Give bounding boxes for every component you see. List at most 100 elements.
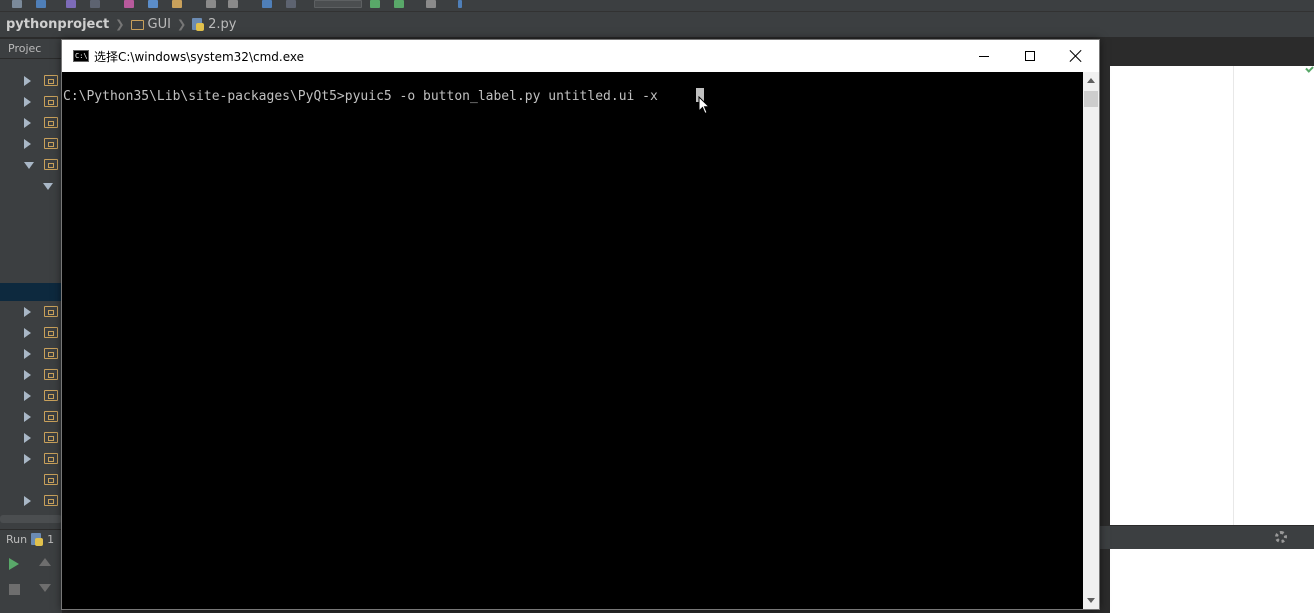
breadcrumb-separator-icon: ❯ [115, 18, 125, 31]
tree-item-selected[interactable] [0, 283, 62, 301]
expand-arrow-icon[interactable] [24, 433, 31, 443]
expand-arrow-icon[interactable] [24, 97, 31, 107]
minimize-button[interactable] [961, 40, 1007, 72]
run-tab[interactable]: Run 1 [6, 533, 54, 546]
forward-icon[interactable] [286, 0, 296, 8]
folder-icon [44, 306, 58, 317]
sync-icon[interactable] [36, 0, 46, 8]
tree-item[interactable] [0, 490, 62, 511]
expand-arrow-icon[interactable] [24, 370, 31, 380]
more-icon[interactable] [458, 0, 462, 8]
cmd-app-icon[interactable] [73, 50, 89, 62]
minimize-icon [979, 55, 989, 57]
save-icon[interactable] [12, 0, 22, 8]
tree-item[interactable] [0, 364, 62, 385]
undo-icon[interactable] [66, 0, 76, 8]
tree-item[interactable] [0, 175, 62, 196]
folder-icon [44, 453, 58, 464]
tree-item[interactable] [0, 154, 62, 175]
breadcrumb-project-label: pythonproject [6, 17, 110, 32]
folder-icon [44, 327, 58, 338]
scroll-up-arrow-icon[interactable] [1087, 78, 1095, 83]
tree-item[interactable] [0, 70, 62, 91]
run-icon[interactable] [370, 0, 380, 8]
tree-item[interactable] [0, 427, 62, 448]
editor-content[interactable] [1110, 66, 1314, 525]
expand-arrow-icon[interactable] [24, 496, 31, 506]
expand-arrow-icon[interactable] [24, 139, 31, 149]
cut-icon[interactable] [124, 0, 134, 8]
tree-item[interactable] [0, 91, 62, 112]
close-button[interactable] [1053, 40, 1099, 72]
tree-item[interactable] [0, 301, 62, 322]
python-file-icon [192, 18, 205, 31]
folder-icon [44, 159, 58, 170]
run-tab-suffix: 1 [47, 533, 55, 546]
maximize-button[interactable] [1007, 40, 1053, 72]
rerun-button[interactable] [9, 558, 23, 572]
tree-item[interactable] [0, 469, 62, 490]
tree-item[interactable] [0, 385, 62, 406]
maximize-icon [1025, 51, 1035, 61]
folder-icon [44, 369, 58, 380]
replace-icon[interactable] [228, 0, 238, 8]
scrollbar-thumb[interactable] [1084, 91, 1098, 107]
breadcrumb-folder[interactable]: GUI [130, 17, 171, 32]
copy-icon[interactable] [148, 0, 158, 8]
tree-item[interactable] [0, 343, 62, 364]
gear-icon[interactable] [1275, 531, 1287, 543]
cmd-titlebar[interactable]: 选择C:\windows\system32\cmd.exe [62, 40, 1099, 72]
paste-icon[interactable] [172, 0, 182, 8]
run-panel: Run 1 [0, 529, 62, 613]
debug-icon[interactable] [394, 0, 404, 8]
breadcrumb-separator-icon: ❯ [176, 18, 187, 31]
folder-icon [44, 138, 58, 149]
expand-arrow-icon[interactable] [24, 76, 31, 86]
tree-item[interactable] [0, 322, 62, 343]
run-output-area[interactable] [1110, 549, 1314, 613]
build-icon[interactable] [426, 0, 436, 8]
expand-arrow-icon[interactable] [24, 412, 31, 422]
breadcrumb: pythonproject ❯ GUI ❯ 2.py [0, 12, 1314, 38]
project-panel-scrollbar[interactable] [0, 515, 62, 523]
folder-icon [44, 474, 58, 485]
project-tab[interactable]: Projec [0, 39, 62, 59]
expand-arrow-icon[interactable] [24, 349, 31, 359]
tree-item[interactable] [0, 406, 62, 427]
run-tab-label: Run [6, 533, 28, 546]
folder-icon [44, 348, 58, 359]
scroll-up-button[interactable] [39, 558, 53, 572]
play-icon [9, 558, 19, 570]
expand-arrow-icon[interactable] [24, 307, 31, 317]
console-command-line: C:\Python35\Lib\site-packages\PyQt5>pyui… [63, 89, 658, 104]
stop-button[interactable] [9, 584, 23, 598]
breadcrumb-project[interactable]: pythonproject [6, 17, 109, 32]
scroll-down-button[interactable] [39, 584, 53, 598]
cmd-console[interactable]: C:\Python35\Lib\site-packages\PyQt5>pyui… [62, 72, 1083, 609]
project-tab-label: Projec [8, 42, 42, 55]
expand-arrow-icon[interactable] [24, 391, 31, 401]
back-icon[interactable] [262, 0, 272, 8]
folder-icon [44, 432, 58, 443]
expand-arrow-icon[interactable] [24, 454, 31, 464]
redo-icon[interactable] [90, 0, 100, 8]
expand-arrow-icon[interactable] [24, 328, 31, 338]
breadcrumb-file[interactable]: 2.py [192, 17, 237, 32]
tree-item[interactable] [0, 448, 62, 469]
tree-item[interactable] [0, 133, 62, 154]
tree-item[interactable] [0, 112, 62, 133]
python-run-icon [31, 533, 44, 546]
folder-icon [44, 390, 58, 401]
scroll-down-arrow-icon[interactable] [1087, 598, 1095, 603]
expand-arrow-icon[interactable] [24, 118, 31, 128]
arrow-down-icon [39, 584, 51, 592]
ide-toolbar [0, 0, 1314, 12]
cmd-vertical-scrollbar[interactable] [1083, 72, 1099, 609]
run-config-dropdown[interactable] [314, 0, 362, 8]
folder-icon [44, 411, 58, 422]
collapse-arrow-icon[interactable] [24, 162, 34, 169]
arrow-up-icon [39, 558, 51, 566]
cmd-window: 选择C:\windows\system32\cmd.exe C:\Python3… [61, 39, 1100, 610]
collapse-arrow-icon[interactable] [43, 183, 53, 190]
find-icon[interactable] [206, 0, 216, 8]
